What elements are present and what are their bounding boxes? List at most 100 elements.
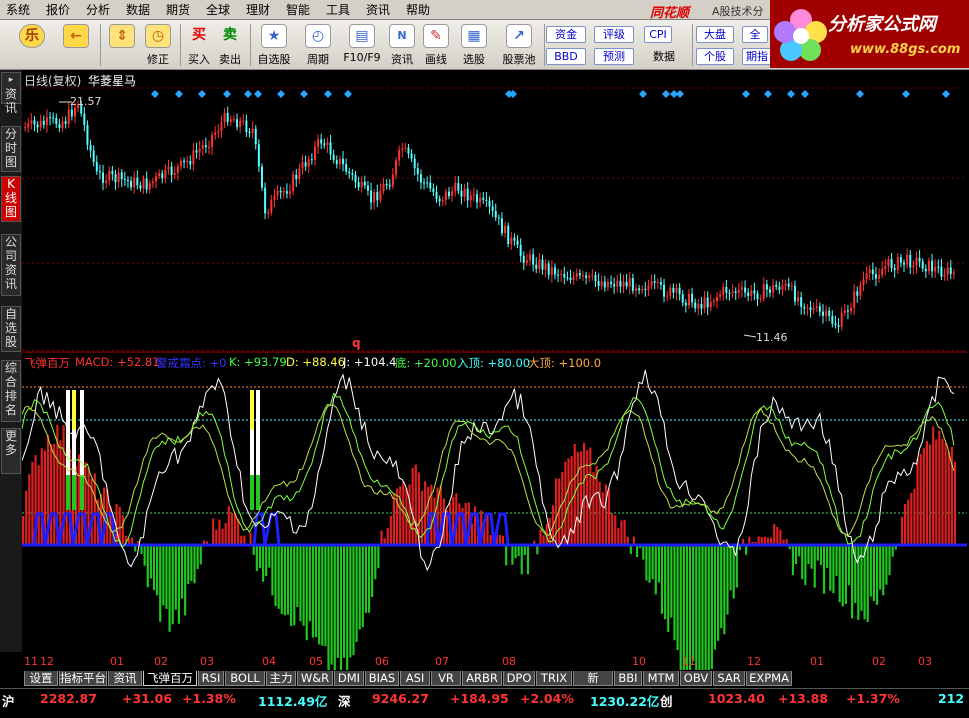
indicator-tab-18[interactable]: OBV (680, 671, 712, 686)
indicator-tab-3[interactable]: 飞弹百万 (143, 671, 197, 686)
market-button[interactable]: 大盘 (696, 26, 734, 43)
indicator-tab-14[interactable]: TRIX (536, 671, 572, 686)
indicator-tab-7[interactable]: W&R (297, 671, 333, 686)
indicator-tab-8[interactable]: DMI (334, 671, 364, 686)
signal-diamond-icon (801, 90, 809, 98)
fund-button[interactable]: 资金 (546, 26, 586, 43)
left-tab-more[interactable]: 更多 (1, 428, 21, 474)
candle-body (432, 188, 435, 192)
kline-chart-panel[interactable]: 11 12 01 02 03 04 05 06 07 08 10 11 12 01 02 03 日线(复权) … (22, 70, 969, 670)
indicator-tab-19[interactable]: SAR (713, 671, 745, 686)
candle-body (410, 153, 413, 159)
candle-body (413, 158, 416, 169)
left-tab-timeshare[interactable]: 分时图 (1, 126, 21, 172)
macd-bar-down (847, 545, 851, 586)
draw-button[interactable]: ✎ 画线 (420, 22, 452, 68)
indicator-tab-20[interactable]: EXPMA (746, 671, 792, 686)
fix-button[interactable]: ◷ 修正 (140, 22, 176, 68)
macd-bar-up (620, 520, 623, 545)
candle-body (606, 281, 609, 288)
f10-button[interactable]: ▤ F10/F9 (340, 22, 384, 68)
stock-button[interactable]: 个股 (696, 48, 734, 65)
candle-body (871, 269, 874, 275)
left-tab-ranking[interactable]: 综合排名 (1, 360, 21, 422)
indicator-tab-16[interactable]: BBI (614, 671, 642, 686)
menu-futures[interactable]: 期货 (166, 2, 190, 18)
indicator-tab-13[interactable]: DPO (503, 671, 535, 686)
indicator-tab-6[interactable]: 主力 (266, 671, 296, 686)
menu-help[interactable]: 帮助 (406, 2, 430, 18)
candle-body (273, 195, 276, 200)
low-price-label: 11.46 (756, 331, 788, 344)
index-futures-button[interactable]: 期指 (742, 48, 772, 65)
indicator-tab-17[interactable]: MTM (643, 671, 679, 686)
indicator-tab-2[interactable]: 资讯 (108, 671, 142, 686)
menu-data[interactable]: 数据 (126, 2, 150, 18)
news-button[interactable]: N 资讯 (386, 22, 418, 68)
candle-body (429, 182, 432, 189)
select-stock-button[interactable]: ▦ 选股 (454, 22, 494, 68)
menu-analysis[interactable]: 分析 (86, 2, 110, 18)
le-button[interactable]: 乐 (14, 22, 50, 68)
candle-body (578, 273, 581, 276)
candle-body (560, 273, 563, 275)
left-tab-news[interactable]: ▸ 资讯 (1, 72, 21, 115)
buy-button[interactable]: 买 买入 (184, 22, 214, 68)
menu-smart[interactable]: 智能 (286, 2, 310, 18)
candle-body (834, 323, 837, 326)
macd-bar-down (146, 545, 149, 588)
left-tab-company[interactable]: 公司资讯 (1, 234, 21, 296)
macd-bar-down (645, 545, 648, 581)
candle-body (189, 161, 192, 165)
left-tab-kline[interactable]: K线图 (1, 176, 21, 222)
bbd-button[interactable]: BBD (546, 48, 586, 65)
macd-bar-down (851, 545, 854, 619)
indicator-tab-4[interactable]: RSI (198, 671, 224, 686)
left-tab-watchlist[interactable]: 自选股 (1, 306, 21, 352)
candle-body (148, 183, 151, 190)
indicator-tab-1[interactable]: 指标平台 (59, 671, 107, 686)
indicator-tab-11[interactable]: VR (431, 671, 461, 686)
indicator-tab-9[interactable]: BIAS (365, 671, 399, 686)
macd-bar-up (925, 441, 929, 545)
menu-news[interactable]: 资讯 (366, 2, 390, 18)
candle-body (641, 288, 644, 291)
back-button[interactable]: ← (58, 22, 94, 68)
menu-quote[interactable]: 报价 (46, 2, 70, 18)
macd-bar-down (143, 545, 146, 566)
stock-pool-button[interactable]: ↗ 股票池 (498, 22, 540, 68)
candle-body (36, 124, 39, 128)
indicator-tab-5[interactable]: BOLL (225, 671, 265, 686)
forecast-button[interactable]: 预测 (594, 48, 634, 65)
macd-bar-down (692, 545, 695, 661)
signal-diamond-icon (764, 90, 772, 98)
document-icon: ▤ (349, 24, 375, 48)
candle-body (419, 174, 422, 183)
candle-body (33, 120, 36, 125)
candle-body (223, 112, 226, 123)
sell-button[interactable]: 卖 卖出 (215, 22, 245, 68)
menu-system[interactable]: 系统 (6, 2, 30, 18)
indicator-tab-10[interactable]: ASI (400, 671, 430, 686)
macd-bar-down (704, 545, 707, 670)
macd-bar-down (664, 545, 667, 620)
menu-tools[interactable]: 工具 (326, 2, 350, 18)
all-button[interactable]: 全 (742, 26, 768, 43)
candle-body (547, 263, 550, 275)
watchlist-button[interactable]: ★ 自选股 (254, 22, 294, 68)
stock-name: 华菱星马 (88, 74, 137, 88)
menu-global[interactable]: 全球 (206, 2, 230, 18)
candle-body (45, 117, 48, 125)
indicator-tab-12[interactable]: ARBR (462, 671, 502, 686)
indicator-tab-0[interactable]: 设置 (24, 671, 58, 686)
period-button[interactable]: ◴ 周期 (298, 22, 338, 68)
cpi-button[interactable]: CPI (644, 26, 672, 43)
macd-bar-up (458, 503, 461, 545)
menu-finance[interactable]: 理财 (246, 2, 270, 18)
macd-bar-down (857, 545, 860, 620)
candle-body (712, 301, 715, 303)
candle-body (532, 254, 535, 265)
rating-button[interactable]: 评级 (594, 26, 634, 43)
updown-button[interactable]: ⇕ (104, 22, 140, 68)
indicator-tab-15[interactable]: 新DMA (573, 671, 613, 700)
